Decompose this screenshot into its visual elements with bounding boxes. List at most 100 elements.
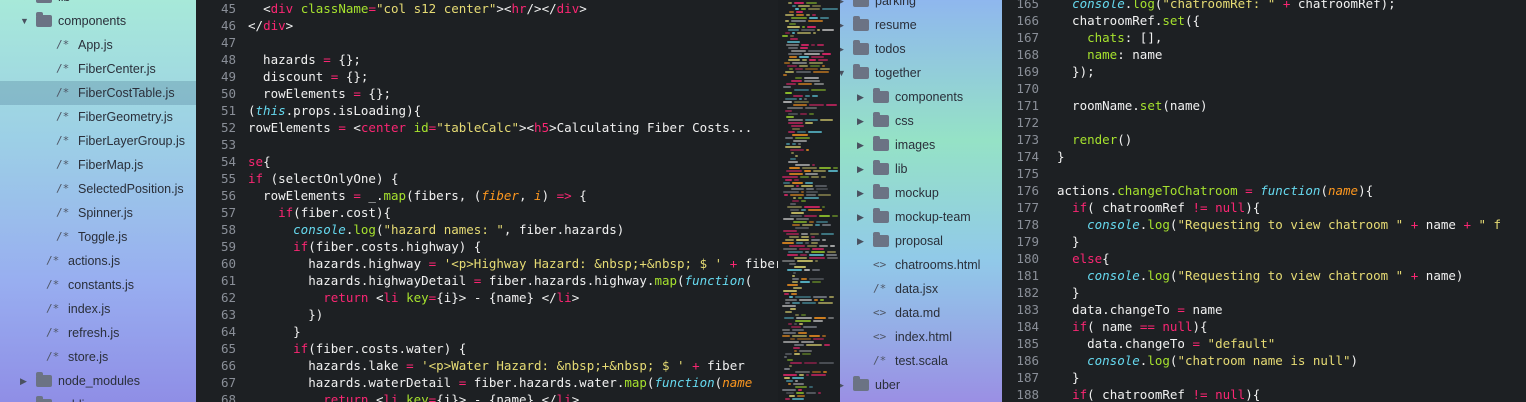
tree-item[interactable]: /* App.js	[0, 33, 196, 57]
code-line[interactable]: name: name	[1057, 46, 1162, 63]
tree-item[interactable]: /* Spinner.js	[0, 201, 196, 225]
tree-item[interactable]: /* index.js	[0, 297, 196, 321]
code-line[interactable]: })	[248, 306, 323, 323]
tree-item[interactable]: <> data.md	[840, 301, 1002, 325]
tree-item[interactable]: ▶ parking	[840, 0, 1002, 13]
code-line[interactable]: console.log("Requesting to view chatroom…	[1057, 216, 1501, 233]
code-line[interactable]: console.log("chatroom name is null")	[1057, 352, 1358, 369]
code-line[interactable]: });	[1057, 63, 1095, 80]
chevron-right-icon[interactable]: ▶	[857, 109, 864, 133]
tree-item[interactable]: ▶ uber	[840, 373, 1002, 397]
tree-item[interactable]: /* test.scala	[840, 349, 1002, 373]
tree-item[interactable]: ▶ images	[840, 133, 1002, 157]
code-line[interactable]: rowElements = _.map(fibers, (fiber, i) =…	[248, 187, 587, 204]
code-line[interactable]: chatroomRef.set({	[1057, 12, 1200, 29]
code-line[interactable]: hazards.lake = '<p>Water Hazard: &nbsp;+…	[248, 357, 745, 374]
tree-item[interactable]: /* refresh.js	[0, 321, 196, 345]
code-line[interactable]: console.log("Requesting to view chatroom…	[1057, 267, 1463, 284]
tree-item[interactable]: <> index.html	[840, 325, 1002, 349]
code-line[interactable]: chats: [],	[1057, 29, 1162, 46]
code-line[interactable]: render()	[1057, 131, 1132, 148]
chevron-right-icon[interactable]: ▶	[20, 393, 27, 402]
code-line[interactable]: hazards.highway = '<p>Highway Hazard: &n…	[248, 255, 778, 272]
code-line[interactable]: if(fiber.costs.water) {	[248, 340, 466, 357]
code-line[interactable]: roomName.set(name)	[1057, 97, 1207, 114]
tree-item[interactable]: /* FiberCostTable.js	[0, 81, 196, 105]
minimap-streak	[783, 374, 797, 376]
tree-item[interactable]: ▶ proposal	[840, 229, 1002, 253]
tree-item[interactable]: ▶ mockup-team	[840, 205, 1002, 229]
code-line[interactable]: if( chatroomRef != null){	[1057, 386, 1260, 402]
tree-item[interactable]: /* FiberMap.js	[0, 153, 196, 177]
tree-item[interactable]: ▶ public	[0, 393, 196, 402]
code-line[interactable]: actions.changeToChatroom = function(name…	[1057, 182, 1373, 199]
code-line[interactable]: else{	[1057, 250, 1110, 267]
tree-item-label: actions.js	[68, 254, 121, 268]
chevron-right-icon[interactable]: ▶	[840, 37, 844, 61]
tree-item[interactable]: ▶ mockup	[840, 181, 1002, 205]
code-line[interactable]: data.changeTo = "default"	[1057, 335, 1275, 352]
code-line[interactable]: hazards.waterDetail = fiber.hazards.wate…	[248, 374, 752, 391]
chevron-down-icon[interactable]: ▼	[20, 0, 29, 9]
code-line[interactable]: return <li key={i}> - {name} </li>	[248, 391, 579, 402]
code-editor-left[interactable]: 45 46 47 48 49 50 51 52 53 54 55 56 57 58 59 60 61 62 63 64…	[196, 0, 778, 402]
tree-item[interactable]: /* FiberCenter.js	[0, 57, 196, 81]
tree-item[interactable]: ▶ lib	[840, 157, 1002, 181]
code-line[interactable]: rowElements = <center id="tableCalc"><h5…	[248, 119, 752, 136]
code-line[interactable]: console.log("chatroomRef: " + chatroomRe…	[1057, 0, 1396, 12]
chevron-down-icon[interactable]: ▼	[840, 61, 846, 85]
chevron-right-icon[interactable]: ▶	[857, 229, 864, 253]
code-line[interactable]: if( name == null){	[1057, 318, 1208, 335]
tree-item[interactable]: ▼ components	[0, 9, 196, 33]
chevron-right-icon[interactable]: ▶	[857, 85, 864, 109]
code-line[interactable]: }	[248, 323, 301, 340]
code-line[interactable]: <div className="col s12 center"><hr/></d…	[248, 0, 587, 17]
tree-item[interactable]: /* FiberLayerGroup.js	[0, 129, 196, 153]
tree-item[interactable]: /* Toggle.js	[0, 225, 196, 249]
tree-item[interactable]: ▶ node_modules	[0, 369, 196, 393]
code-line[interactable]: hazards = {};	[248, 51, 361, 68]
code-line[interactable]: }	[1057, 148, 1065, 165]
minimap-streak	[782, 335, 790, 337]
chevron-down-icon[interactable]: ▼	[20, 9, 29, 33]
tree-item[interactable]: /* constants.js	[0, 273, 196, 297]
code-line[interactable]: rowElements = {};	[248, 85, 391, 102]
code-line[interactable]: }	[1057, 284, 1080, 301]
tree-item[interactable]: ▼ together	[840, 61, 1002, 85]
tree-item[interactable]: /* SelectedPosition.js	[0, 177, 196, 201]
chevron-right-icon[interactable]: ▶	[840, 373, 844, 397]
tree-item[interactable]: ▶ todos	[840, 37, 1002, 61]
chevron-right-icon[interactable]: ▶	[20, 369, 27, 393]
chevron-right-icon[interactable]: ▶	[857, 181, 864, 205]
code-line[interactable]: hazards.highwayDetail = fiber.hazards.hi…	[248, 272, 752, 289]
tree-item[interactable]: <> chatrooms.html	[840, 253, 1002, 277]
code-line[interactable]: if(fiber.cost){	[248, 204, 391, 221]
code-line[interactable]: console.log("hazard names: ", fiber.haza…	[248, 221, 624, 238]
code-line[interactable]: se{	[248, 153, 271, 170]
code-line[interactable]: if(fiber.costs.highway) {	[248, 238, 481, 255]
code-line[interactable]: data.changeTo = name	[1057, 301, 1223, 318]
chevron-right-icon[interactable]: ▶	[857, 157, 864, 181]
tree-item[interactable]: /* store.js	[0, 345, 196, 369]
code-line[interactable]: if( chatroomRef != null){	[1057, 199, 1260, 216]
chevron-right-icon[interactable]: ▶	[840, 0, 844, 13]
minimap[interactable]	[778, 0, 840, 402]
tree-item[interactable]: ▶ components	[840, 85, 1002, 109]
code-editor-right[interactable]: 165 166 167 168 169 170 171 172 173 174 175 176 177 1…	[1002, 0, 1526, 402]
code-line[interactable]: return <li key={i}> - {name} </li>	[248, 289, 579, 306]
code-line[interactable]: }	[1057, 369, 1080, 386]
code-line[interactable]: discount = {};	[248, 68, 368, 85]
code-line[interactable]: </div>	[248, 17, 293, 34]
chevron-right-icon[interactable]: ▶	[857, 205, 864, 229]
chevron-right-icon[interactable]: ▶	[857, 133, 864, 157]
tree-item[interactable]: ▼ lib	[0, 0, 196, 9]
chevron-right-icon[interactable]: ▶	[840, 13, 844, 37]
tree-item[interactable]: /* FiberGeometry.js	[0, 105, 196, 129]
tree-item[interactable]: ▶ resume	[840, 13, 1002, 37]
code-line[interactable]: (this.props.isLoading){	[248, 102, 421, 119]
tree-item[interactable]: ▶ css	[840, 109, 1002, 133]
code-line[interactable]: if (selectOnlyOne) {	[248, 170, 399, 187]
tree-item[interactable]: /* data.jsx	[840, 277, 1002, 301]
tree-item[interactable]: /* actions.js	[0, 249, 196, 273]
code-line[interactable]: }	[1057, 233, 1080, 250]
